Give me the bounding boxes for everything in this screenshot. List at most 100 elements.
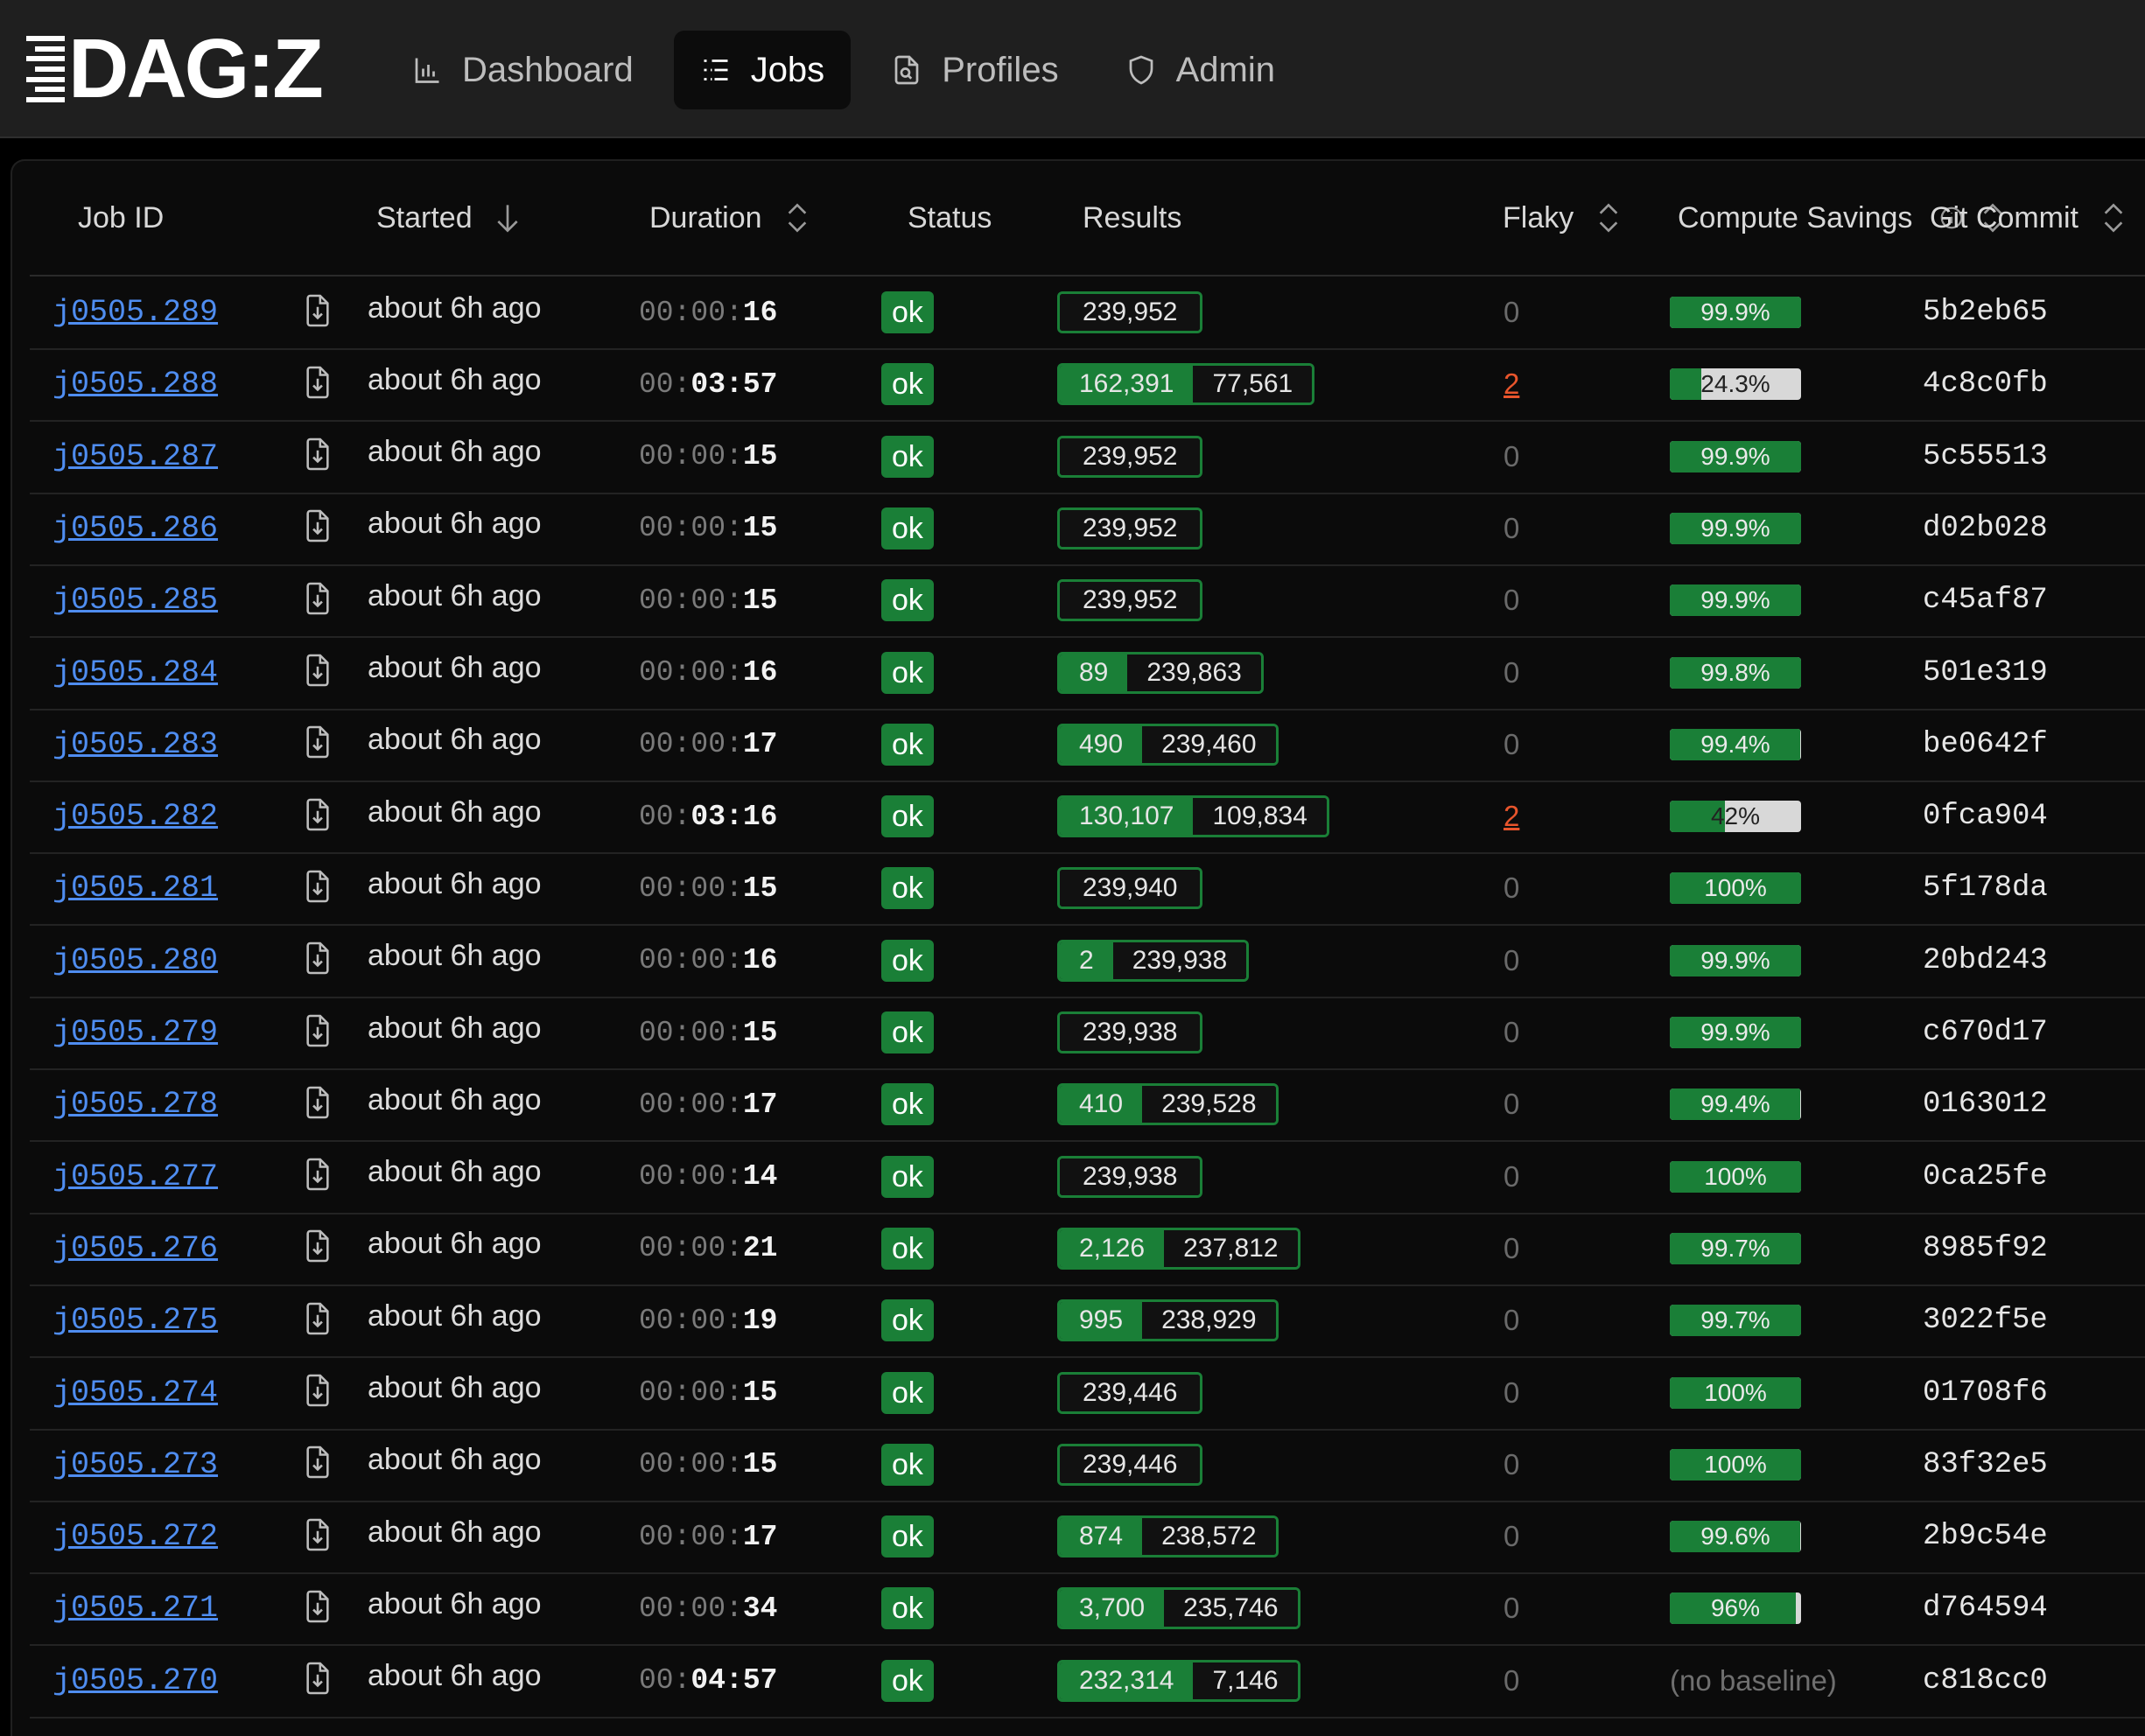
job-id-link[interactable]: j0505.285	[53, 583, 218, 618]
duration-prefix: 00:00:	[639, 944, 743, 977]
job-id-link[interactable]: j0505.280	[53, 943, 218, 978]
download-file-icon[interactable]	[303, 293, 333, 332]
download-file-icon[interactable]	[303, 1661, 333, 1700]
savings-label: Savings	[1806, 201, 1913, 234]
compute-savings-bar: 99.7%	[1670, 1305, 1801, 1337]
download-file-icon[interactable]	[303, 581, 333, 620]
git-commit-hash: 01708f6	[1923, 1376, 2048, 1410]
column-flaky[interactable]: Flaky	[1503, 161, 1623, 275]
results-bar: 239,938	[1057, 1155, 1203, 1198]
git-commit-hash: 5f178da	[1923, 872, 2048, 906]
job-id-link[interactable]: j0505.288	[53, 367, 218, 402]
status-badge: ok	[881, 1659, 934, 1702]
git-commit-hash: c670d17	[1923, 1016, 2048, 1049]
job-id-link[interactable]: j0505.277	[53, 1159, 218, 1194]
started-time: about 6h ago	[368, 1371, 542, 1404]
job-id-link[interactable]: j0505.286	[53, 511, 218, 546]
results-passed-count: 239,952	[1060, 582, 1201, 620]
started-time: about 6h ago	[368, 1515, 542, 1549]
flaky-count[interactable]: 2	[1504, 800, 1519, 833]
job-id-link[interactable]: j0505.283	[53, 727, 218, 762]
started-time: about 6h ago	[368, 1298, 542, 1333]
download-file-icon[interactable]	[303, 1085, 333, 1124]
savings-value: 100%	[1704, 1378, 1767, 1406]
status-badge: ok	[881, 651, 934, 694]
git-commit-hash: d02b028	[1923, 511, 2048, 545]
duration-value: 17	[742, 728, 778, 761]
nav-admin[interactable]: Admin	[1099, 31, 1301, 109]
download-file-icon[interactable]	[303, 1589, 333, 1628]
download-file-icon[interactable]	[303, 1373, 333, 1412]
git-commit-hash: 8985f92	[1923, 1231, 2048, 1265]
download-file-icon[interactable]	[303, 1301, 333, 1340]
column-duration[interactable]: Duration	[649, 161, 811, 275]
duration-prefix: 00:00:	[639, 1592, 743, 1625]
download-file-icon[interactable]	[303, 1157, 333, 1196]
job-id-link[interactable]: j0505.273	[53, 1447, 218, 1482]
results-passed-count: 238,572	[1142, 1518, 1276, 1556]
sort-toggle-icon[interactable]	[1595, 200, 1623, 235]
download-file-icon[interactable]	[303, 1445, 333, 1484]
job-id-link[interactable]: j0505.271	[53, 1591, 218, 1626]
column-status: Status	[908, 161, 992, 275]
download-file-icon[interactable]	[303, 508, 333, 548]
savings-value: 99.9%	[1700, 298, 1770, 326]
duration-value: 17	[742, 1520, 778, 1553]
compute-savings-bar: 99.9%	[1670, 1017, 1801, 1048]
job-id-link[interactable]: j0505.281	[53, 871, 218, 906]
sort-desc-icon[interactable]	[494, 200, 522, 235]
table-row: j0505.278 about 6h ago 00:00: 17 ok 410 239,52…	[30, 1068, 2145, 1143]
job-id-link[interactable]: j0505.270	[53, 1663, 218, 1698]
job-id-link[interactable]: j0505.284	[53, 655, 218, 690]
download-file-icon[interactable]	[303, 797, 333, 836]
nav-profiles[interactable]: Profiles	[865, 31, 1084, 109]
started-time: about 6h ago	[368, 794, 542, 829]
git-commit-hash: c45af87	[1923, 584, 2048, 618]
nav-dashboard[interactable]: Dashboard	[385, 31, 660, 109]
job-id-link[interactable]: j0505.278	[53, 1087, 218, 1122]
savings-value: 99.4%	[1700, 730, 1770, 758]
sort-toggle-icon[interactable]	[783, 200, 811, 235]
savings-value: 99.9%	[1700, 586, 1770, 614]
column-flaky-label: Flaky	[1503, 200, 1574, 234]
download-file-icon[interactable]	[303, 941, 333, 980]
flaky-count[interactable]: 2	[1504, 368, 1519, 401]
results-bar: 130,107 109,834	[1057, 795, 1329, 838]
download-file-icon[interactable]	[303, 653, 333, 692]
job-id-link[interactable]: j0505.287	[53, 439, 218, 474]
app-logo[interactable]: DAG:Z	[26, 27, 324, 111]
status-badge: ok	[881, 1299, 934, 1342]
table-row: j0505.283 about 6h ago 00:00: 17 ok 490 239,46…	[30, 709, 2145, 782]
results-bar: 162,391 77,561	[1057, 363, 1315, 406]
job-id-link[interactable]: j0505.275	[53, 1303, 218, 1338]
started-time: about 6h ago	[368, 578, 542, 612]
column-git-commit[interactable]: Git Commit	[1930, 161, 2127, 275]
download-file-icon[interactable]	[303, 1228, 333, 1268]
table-row: j0505.289 about 6h ago 00:00: 16 ok 239,952 0 9…	[30, 276, 2145, 350]
job-id-link[interactable]: j0505.289	[53, 295, 218, 330]
git-commit-hash: 3022f5e	[1923, 1304, 2048, 1338]
download-file-icon[interactable]	[303, 1013, 333, 1053]
download-file-icon[interactable]	[303, 724, 333, 764]
results-bar: 2,126 237,812	[1057, 1227, 1300, 1270]
column-started[interactable]: Started	[376, 161, 522, 275]
duration-prefix: 00:00:	[639, 728, 743, 761]
duration-prefix: 00:00:	[639, 656, 743, 689]
table-row: j0505.279 about 6h ago 00:00: 15 ok 239,938 0 9…	[30, 997, 2145, 1070]
compute-savings-bar: 99.4%	[1670, 1088, 1801, 1121]
job-id-link[interactable]: j0505.276	[53, 1231, 218, 1266]
download-file-icon[interactable]	[303, 365, 333, 404]
nav-jobs[interactable]: Jobs	[673, 31, 852, 109]
status-badge: ok	[881, 363, 934, 406]
job-id-link[interactable]: j0505.282	[53, 799, 218, 834]
download-file-icon[interactable]	[303, 1517, 333, 1557]
duration-value: 15	[742, 440, 778, 473]
sort-toggle-icon[interactable]	[2099, 200, 2127, 235]
job-id-link[interactable]: j0505.272	[53, 1519, 218, 1554]
job-id-link[interactable]: j0505.279	[53, 1015, 218, 1050]
download-file-icon[interactable]	[303, 869, 333, 908]
duration-prefix: 00:00:	[639, 1016, 743, 1049]
download-file-icon[interactable]	[303, 437, 333, 476]
table-row: j0505.272 about 6h ago 00:00: 17 ok 874 238,57…	[30, 1501, 2145, 1575]
job-id-link[interactable]: j0505.274	[53, 1376, 218, 1410]
